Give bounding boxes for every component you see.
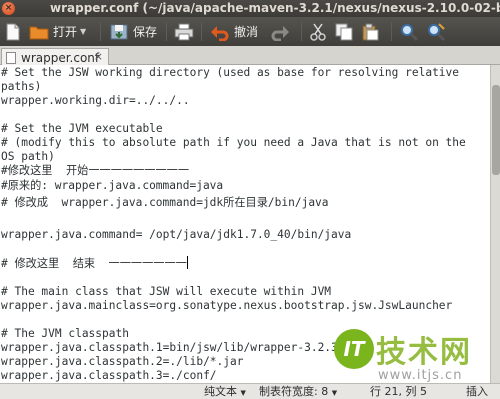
- watermark-url: www.itjs.cn: [378, 368, 463, 383]
- toolbar-separator: [201, 22, 202, 41]
- editor-line: # The main class that JSW will execute w…: [1, 285, 332, 298]
- tab-bar: wrapper.conf ×: [0, 46, 500, 66]
- redo-icon: [270, 22, 290, 42]
- toolbar-separator: [166, 22, 167, 41]
- tab-width-selector[interactable]: 制表符宽度: 8 ▼: [259, 384, 337, 399]
- chevron-down-icon: ▼: [240, 389, 246, 397]
- toolbar-separator: [391, 22, 392, 41]
- cursor-position: 行 21, 列 5: [370, 385, 427, 398]
- editor-line: #修改这里 开始一一一一一一一一一: [1, 164, 190, 177]
- save-icon: [109, 22, 129, 42]
- editor-line-with-cursor: # 修改这里 结束 一一一一一一一: [1, 256, 188, 271]
- save-button[interactable]: 保存: [109, 20, 157, 43]
- undo-button[interactable]: 撤消: [210, 20, 258, 43]
- title-bar: × wrapper.conf (~/java/apache-maven-3.2.…: [0, 0, 500, 17]
- copy-button[interactable]: [334, 20, 354, 43]
- editor-line: # Set the JVM executable: [1, 122, 163, 135]
- find-replace-icon: [426, 22, 446, 42]
- cut-button[interactable]: [308, 20, 328, 43]
- editor-line: OS path): [1, 150, 55, 163]
- tab-wrapper-conf[interactable]: wrapper.conf ×: [1, 48, 109, 66]
- toolbar-separator: [100, 22, 101, 41]
- new-button[interactable]: [3, 20, 23, 43]
- search-icon: [399, 22, 419, 42]
- undo-button-label: 撤消: [234, 25, 259, 39]
- find-button[interactable]: [399, 20, 419, 43]
- editor-line: wrapper.java.command= /opt/java/jdk1.7.0…: [1, 228, 352, 241]
- folder-icon: [29, 22, 49, 42]
- replace-button[interactable]: [426, 20, 446, 43]
- watermark-logo: IT 技术网 www.itjs.cn: [334, 327, 494, 387]
- copy-icon: [334, 22, 354, 42]
- text-file-icon: [6, 51, 16, 64]
- editor-line: # 修改成 wrapper.java.command=jdk所在目录/bin/j…: [1, 196, 329, 209]
- language-selector[interactable]: 纯文本 ▼: [204, 384, 246, 399]
- new-document-icon: [3, 22, 23, 42]
- editor-line: wrapper.java.classpath.2=./lib/*.jar: [1, 355, 244, 368]
- print-icon: [174, 22, 194, 42]
- save-button-label: 保存: [133, 25, 158, 39]
- paste-icon: [360, 22, 380, 42]
- editor-line-text: # 修改这里 结束 一一一一一一一: [1, 257, 187, 270]
- tab-label: wrapper.conf: [21, 50, 100, 65]
- editor-line: paths): [1, 80, 42, 93]
- print-button[interactable]: [174, 20, 194, 43]
- editor-line: # Set the JSW working directory (used as…: [1, 66, 460, 79]
- editor-line: wrapper.java.classpath.1=bin/jsw/lib/wra…: [1, 341, 365, 354]
- chevron-down-icon: ▼: [331, 389, 338, 397]
- editor-line: #原来的: wrapper.java.command=java: [1, 179, 224, 192]
- watermark-text: 技术网: [376, 335, 472, 370]
- text-cursor: [186, 256, 188, 269]
- scrollbar-thumb[interactable]: [492, 85, 500, 175]
- editor-line: wrapper.working.dir=../../..: [1, 94, 190, 107]
- scissors-icon: [308, 22, 328, 42]
- window-title: wrapper.conf (~/java/apache-maven-3.2.1/…: [50, 1, 500, 15]
- toolbar-separator: [301, 22, 302, 41]
- language-label: 纯文本: [204, 385, 237, 398]
- editor-line: wrapper.java.mainclass=org.sonatype.nexu…: [1, 299, 453, 312]
- open-dropdown-arrow[interactable]: ▼: [80, 27, 86, 36]
- watermark-badge: IT: [334, 329, 374, 369]
- toolbar: 打开 ▼ 保存 撤消: [0, 17, 500, 46]
- editor-line: wrapper.java.classpath.3=./conf/: [1, 369, 217, 382]
- status-bar: 纯文本 ▼ 制表符宽度: 8 ▼ 行 21, 列 5 插入: [0, 383, 500, 399]
- editor-line: # (modify this to absolute path if you n…: [1, 136, 466, 149]
- open-button[interactable]: 打开 ▼: [29, 20, 86, 43]
- paste-button[interactable]: [360, 20, 380, 43]
- insert-mode: 插入: [466, 385, 488, 398]
- window-close-button[interactable]: ×: [2, 2, 15, 15]
- redo-button[interactable]: [270, 20, 290, 43]
- open-button-label: 打开: [53, 25, 78, 39]
- undo-icon: [210, 22, 230, 42]
- editor-line: # The JVM classpath: [1, 327, 129, 340]
- tab-close-button[interactable]: ×: [94, 50, 103, 63]
- tab-width-label: 制表符宽度: 8: [259, 385, 329, 398]
